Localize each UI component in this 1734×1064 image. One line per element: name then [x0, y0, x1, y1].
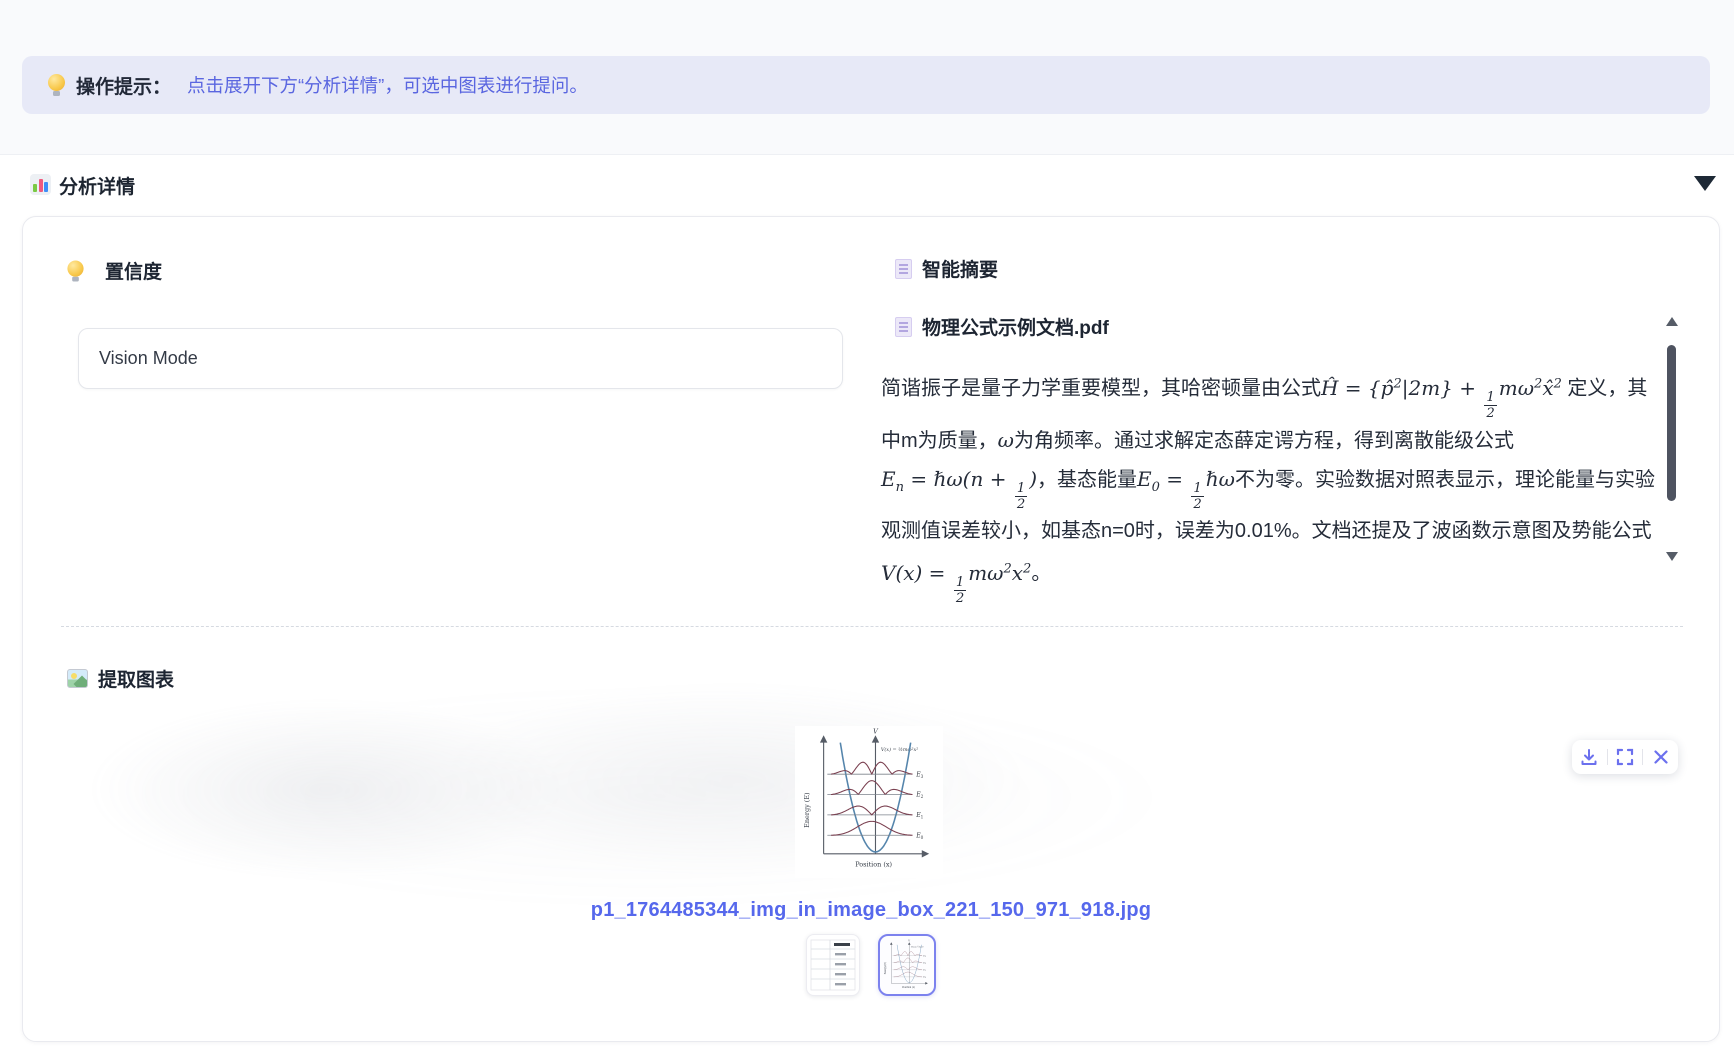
svg-text:V: V: [873, 727, 879, 735]
svg-text:Energy (E): Energy (E): [803, 792, 811, 828]
summary-math: En = ℏω(n + 12): [881, 467, 1037, 491]
summary-doc-title: 物理公式示例文档.pdf: [922, 313, 1109, 340]
summary-math: V(x) = 12mω2x2: [881, 561, 1031, 585]
confidence-mode-value: Vision Mode: [99, 348, 198, 369]
svg-text:E1: E1: [922, 970, 926, 973]
chart-filename-link[interactable]: p1_1764485344_img_in_image_box_221_150_9…: [23, 899, 1719, 922]
faded-page-preview: [63, 653, 1523, 915]
section-divider: [61, 626, 1683, 627]
svg-text:E3: E3: [922, 955, 926, 958]
confidence-title: 置信度: [105, 257, 162, 284]
summary-doc-header: 物理公式示例文档.pdf: [895, 313, 1109, 340]
lightbulb-icon: [67, 260, 83, 281]
document-icon: [895, 259, 912, 279]
summary-paragraph: 简谐振子是量子力学重要模型，其哈密顿量由公式Ĥ = {p̂2|2m} + 12m…: [881, 365, 1663, 606]
tip-text[interactable]: 点击展开下方“分析详情”，可选中图表进行提问。: [187, 72, 588, 98]
summary-title: 智能摘要: [922, 255, 998, 282]
lightbulb-icon: [48, 74, 65, 96]
tip-label: 操作提示：: [76, 72, 171, 99]
bar-chart-icon: [30, 174, 51, 195]
toolbar-divider: [1607, 749, 1608, 765]
toolbar-divider: [1642, 749, 1643, 765]
svg-text:E0: E0: [915, 832, 923, 840]
charts-header: 提取图表: [67, 665, 174, 692]
fullscreen-icon[interactable]: [1614, 746, 1636, 768]
svg-text:Position (x): Position (x): [855, 861, 892, 869]
scroll-up-icon[interactable]: [1666, 317, 1678, 326]
analysis-card: 置信度 Vision Mode 智能摘要 物理公式示例文档.pdf 简谐振子是量…: [22, 216, 1720, 1042]
charts-title: 提取图表: [98, 665, 174, 692]
scrollbar-thumb[interactable]: [1667, 345, 1676, 501]
svg-text:V: V: [908, 940, 910, 943]
page: 操作提示： 点击展开下方“分析详情”，可选中图表进行提问。 分析详情 置信度 V…: [0, 0, 1734, 1064]
svg-text:Energy (E): Energy (E): [884, 962, 887, 974]
details-title: 分析详情: [59, 172, 135, 199]
summary-text: 。: [1031, 563, 1051, 585]
svg-text:E1: E1: [915, 812, 923, 820]
thumbnail-table[interactable]: [806, 934, 860, 996]
summary-text: 简谐振子是量子力学重要模型，其哈密顿量由公式: [881, 378, 1321, 400]
collapse-triangle-icon[interactable]: [1694, 176, 1716, 191]
summary-text: ，基态能量: [1037, 469, 1137, 491]
extracted-chart-figure[interactable]: V Energy (E) Position (x) V(x) = ½mω²x² E0 E1…: [795, 726, 943, 878]
svg-text:E0: E0: [922, 977, 926, 980]
confidence-header: 置信度: [67, 257, 162, 284]
summary-header: 智能摘要: [895, 255, 998, 282]
thumbnail-chart-selected[interactable]: V Energy (E) Position (x) V(x) = ½mω²x² E0 E1…: [878, 934, 936, 996]
summary-math: Ĥ = {p̂2|2m} + 12mω2x̂2: [1321, 376, 1562, 400]
summary-scrollbar[interactable]: [1665, 317, 1679, 561]
svg-text:V(x) = ½mω²x²: V(x) = ½mω²x²: [911, 945, 924, 949]
details-header[interactable]: 分析详情: [0, 170, 1734, 204]
summary-math: E0 = 12ℏω: [1137, 467, 1235, 491]
close-icon[interactable]: [1650, 746, 1672, 768]
figure-toolbar: [1572, 740, 1678, 774]
svg-text:E2: E2: [915, 792, 923, 800]
scroll-down-icon[interactable]: [1666, 552, 1678, 561]
download-icon[interactable]: [1578, 746, 1600, 768]
tip-banner: 操作提示： 点击展开下方“分析详情”，可选中图表进行提问。: [22, 56, 1710, 114]
svg-text:E3: E3: [915, 771, 923, 779]
summary-text: 为角频率。通过求解定态薛定谔方程，得到离散能级公式: [1014, 430, 1514, 452]
svg-text:V(x) = ½mω²x²: V(x) = ½mω²x²: [881, 746, 918, 753]
document-icon: [895, 317, 912, 337]
confidence-mode-box[interactable]: Vision Mode: [78, 328, 843, 389]
image-icon: [67, 669, 88, 688]
svg-text:Position (x): Position (x): [902, 986, 915, 989]
chart-thumbnails: V Energy (E) Position (x) V(x) = ½mω²x² E0 E1…: [23, 934, 1719, 996]
svg-text:E2: E2: [922, 963, 926, 966]
summary-math: ω: [998, 428, 1014, 452]
